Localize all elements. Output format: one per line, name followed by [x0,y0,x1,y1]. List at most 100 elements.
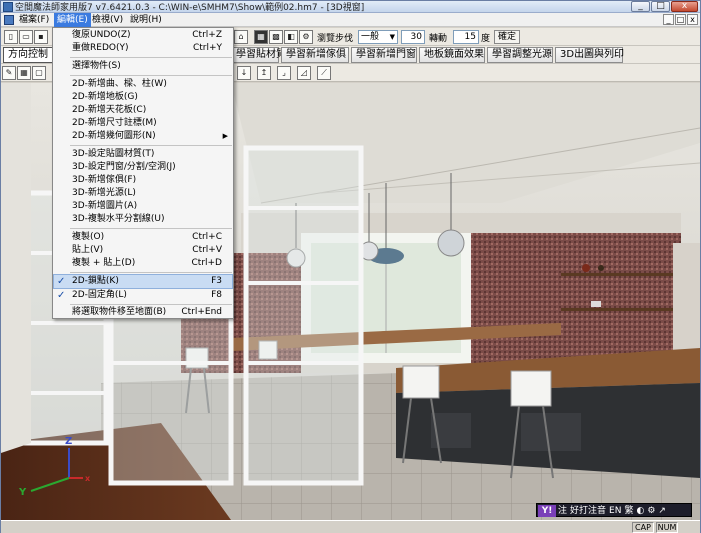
new-file-icon[interactable]: ▯ [4,30,18,44]
menu-separator [70,304,232,305]
frame-icon[interactable]: ▢ [32,66,46,80]
menu-move-to-ground-label: 將選取物件移至地面(B) [72,307,167,317]
menu-add-wall[interactable]: 2D-新增曲、樑、柱(W) [54,78,232,91]
slope-icon[interactable]: ◿ [297,66,311,80]
ime-name[interactable]: 好打注音 [570,506,606,516]
maximize-button[interactable]: □ [651,1,670,12]
tab-learn-materials[interactable]: 學習貼材質 [231,47,286,63]
caps-lock-indicator: CAP [632,522,654,533]
menu-separator [70,57,232,58]
menu-copy-split-line-label: 3D-複製水平分割線(U) [72,214,165,224]
menu-view[interactable]: 檢視(V) [89,13,126,27]
title-bar[interactable]: 空間魔法師家用版7 v7.6421.0.3 - C:\WIN-e\SMHM7\S… [1,1,700,13]
ime-lang-en[interactable]: EN [609,506,621,516]
status-bar: CAP NUM [1,520,700,533]
menu-add-wall-label: 2D-新增曲、樑、柱(W) [72,79,167,89]
tab-learn-lighting[interactable]: 學習調整光源 [487,47,553,63]
menu-copy-split-line[interactable]: 3D-複製水平分割線(U) [54,213,232,226]
tab-learn-doors-windows[interactable]: 學習新增門窗 [351,47,417,63]
menu-add-picture-label: 3D-新增圖片(A) [72,201,138,211]
camera-icon[interactable]: ◧ [284,30,298,44]
arrow-down-icon[interactable]: ↓ [237,66,251,80]
menu-copy-paste-shortcut: Ctrl+D [191,258,223,268]
mdi-close-button[interactable]: x [687,14,698,25]
walk-view-icon[interactable]: ▦ [254,30,268,44]
tab-3d-print[interactable]: 3D出圖與列印 [555,47,624,63]
menu-bar: 檔案(F) 編輯(E) 檢視(V) 說明(H) _ □ x [1,13,700,27]
menu-paste-label: 貼上(V) [72,245,104,255]
tab-floor-mirror[interactable]: 地板鏡面效果 [419,47,485,63]
home-icon[interactable]: ⌂ [234,30,248,44]
menu-add-geometry-label: 2D-新增幾何圖形(N) [72,131,156,141]
diagonal-icon[interactable]: ⟋ [317,66,331,80]
app-icon[interactable] [3,2,13,12]
menu-add-picture[interactable]: 3D-新增圖片(A) [54,200,232,213]
pencil-icon[interactable]: ✎ [2,66,16,80]
menu-help[interactable]: 說明(H) [127,13,165,27]
menu-fixed-angle-label: 2D-固定角(L) [72,290,127,300]
menu-copy-paste-label: 複製 + 貼上(D) [72,258,136,268]
menu-snap-point-shortcut: F3 [211,276,222,286]
menu-add-furniture[interactable]: 3D-新增傢俱(F) [54,174,232,187]
checkmark-icon: ✓ [57,276,66,287]
menu-snap-point[interactable]: ✓ 2D-鎖點(K) F3 [53,274,233,289]
rotate-value-field[interactable]: 15 [453,30,479,44]
menu-fixed-angle-shortcut: F8 [211,290,222,300]
menu-undo[interactable]: 復原UNDO(Z) Ctrl+Z [54,29,232,42]
tab-direction-control[interactable]: 方向控制 [3,47,53,63]
document-icon[interactable] [4,15,14,25]
edit-menu-dropdown: 復原UNDO(Z) Ctrl+Z 重做REDO(Y) Ctrl+Y 選擇物件(S) … [52,27,234,319]
menu-add-floor-label: 2D-新增地板(G) [72,92,138,102]
menu-copy-paste[interactable]: 複製 + 貼上(D) Ctrl+D [54,257,232,270]
menu-redo[interactable]: 重做REDO(Y) Ctrl+Y [54,42,232,55]
chevron-down-icon: ▼ [389,33,395,41]
menu-move-to-ground[interactable]: 將選取物件移至地面(B) Ctrl+End [54,306,232,319]
menu-copy[interactable]: 複製(O) Ctrl+C [54,231,232,244]
ime-arrow-icon[interactable]: ↗ [658,506,666,516]
menu-fixed-angle[interactable]: ✓ 2D-固定角(L) F8 [54,289,232,302]
menu-set-door-window[interactable]: 3D-設定門窗/分割/空洞(J) [54,161,232,174]
menu-undo-label: 復原UNDO(Z) [72,30,131,40]
fly-view-icon[interactable]: ▩ [269,30,283,44]
ime-toolbar[interactable]: Y! 注好打注音 EN 繁 ◐ ⚙ ↗ [536,503,692,517]
step-label: 瀏覽步伐 [317,34,354,44]
menu-select-object[interactable]: 選擇物件(S) [54,60,232,73]
grid-icon[interactable]: ▦ [17,66,31,80]
settings-icon[interactable]: ⚙ [299,30,313,44]
step-value-field[interactable]: 30 [401,30,425,44]
mdi-minimize-button[interactable]: _ [663,14,674,25]
menu-undo-shortcut: Ctrl+Z [192,30,222,40]
close-button[interactable]: x [671,1,698,12]
menu-paste[interactable]: 貼上(V) Ctrl+V [54,244,232,257]
menu-separator [70,75,232,76]
open-folder-icon[interactable]: ▭ [19,30,33,44]
menu-snap-point-label: 2D-鎖點(K) [72,276,119,286]
confirm-button[interactable]: 確定 [494,30,521,44]
menu-separator [70,145,232,146]
ime-settings-icon[interactable]: ⚙ [647,506,655,516]
app-window: 空間魔法師家用版7 v7.6421.0.3 - C:\WIN-e\SMHM7\S… [0,0,701,533]
ime-halfwidth-icon[interactable]: ◐ [636,506,644,516]
tab-learn-furniture[interactable]: 學習新增傢俱 [281,47,349,63]
menu-add-light[interactable]: 3D-新增光源(L) [54,187,232,200]
menu-edit[interactable]: 編輯(E) [54,13,91,27]
align-up-icon[interactable]: ↥ [257,66,271,80]
menu-file[interactable]: 檔案(F) [16,13,52,27]
step-select[interactable]: 一般 ▼ [358,30,398,44]
menu-add-ceiling-label: 2D-新增天花板(C) [72,105,147,115]
save-icon[interactable]: ▪ [34,30,48,44]
menu-add-dimension[interactable]: 2D-新增尺寸註標(M) [54,117,232,130]
corner-icon[interactable]: ⌟ [277,66,291,80]
menu-add-dimension-label: 2D-新增尺寸註標(M) [72,118,157,128]
menu-add-geometry[interactable]: 2D-新增幾何圖形(N) ▶ [54,130,232,143]
menu-add-light-label: 3D-新增光源(L) [72,188,136,198]
menu-add-ceiling[interactable]: 2D-新增天花板(C) [54,104,232,117]
degree-unit-label: 度 [481,34,491,44]
rotate-label: 轉動 [429,34,448,44]
ime-trad[interactable]: 繁 [624,506,633,516]
minimize-button[interactable]: _ [631,1,650,12]
mdi-restore-button[interactable]: □ [675,14,686,25]
menu-add-floor[interactable]: 2D-新增地板(G) [54,91,232,104]
menu-set-texture[interactable]: 3D-設定貼圖材質(T) [54,148,232,161]
ime-mode[interactable]: 注 [558,506,567,516]
